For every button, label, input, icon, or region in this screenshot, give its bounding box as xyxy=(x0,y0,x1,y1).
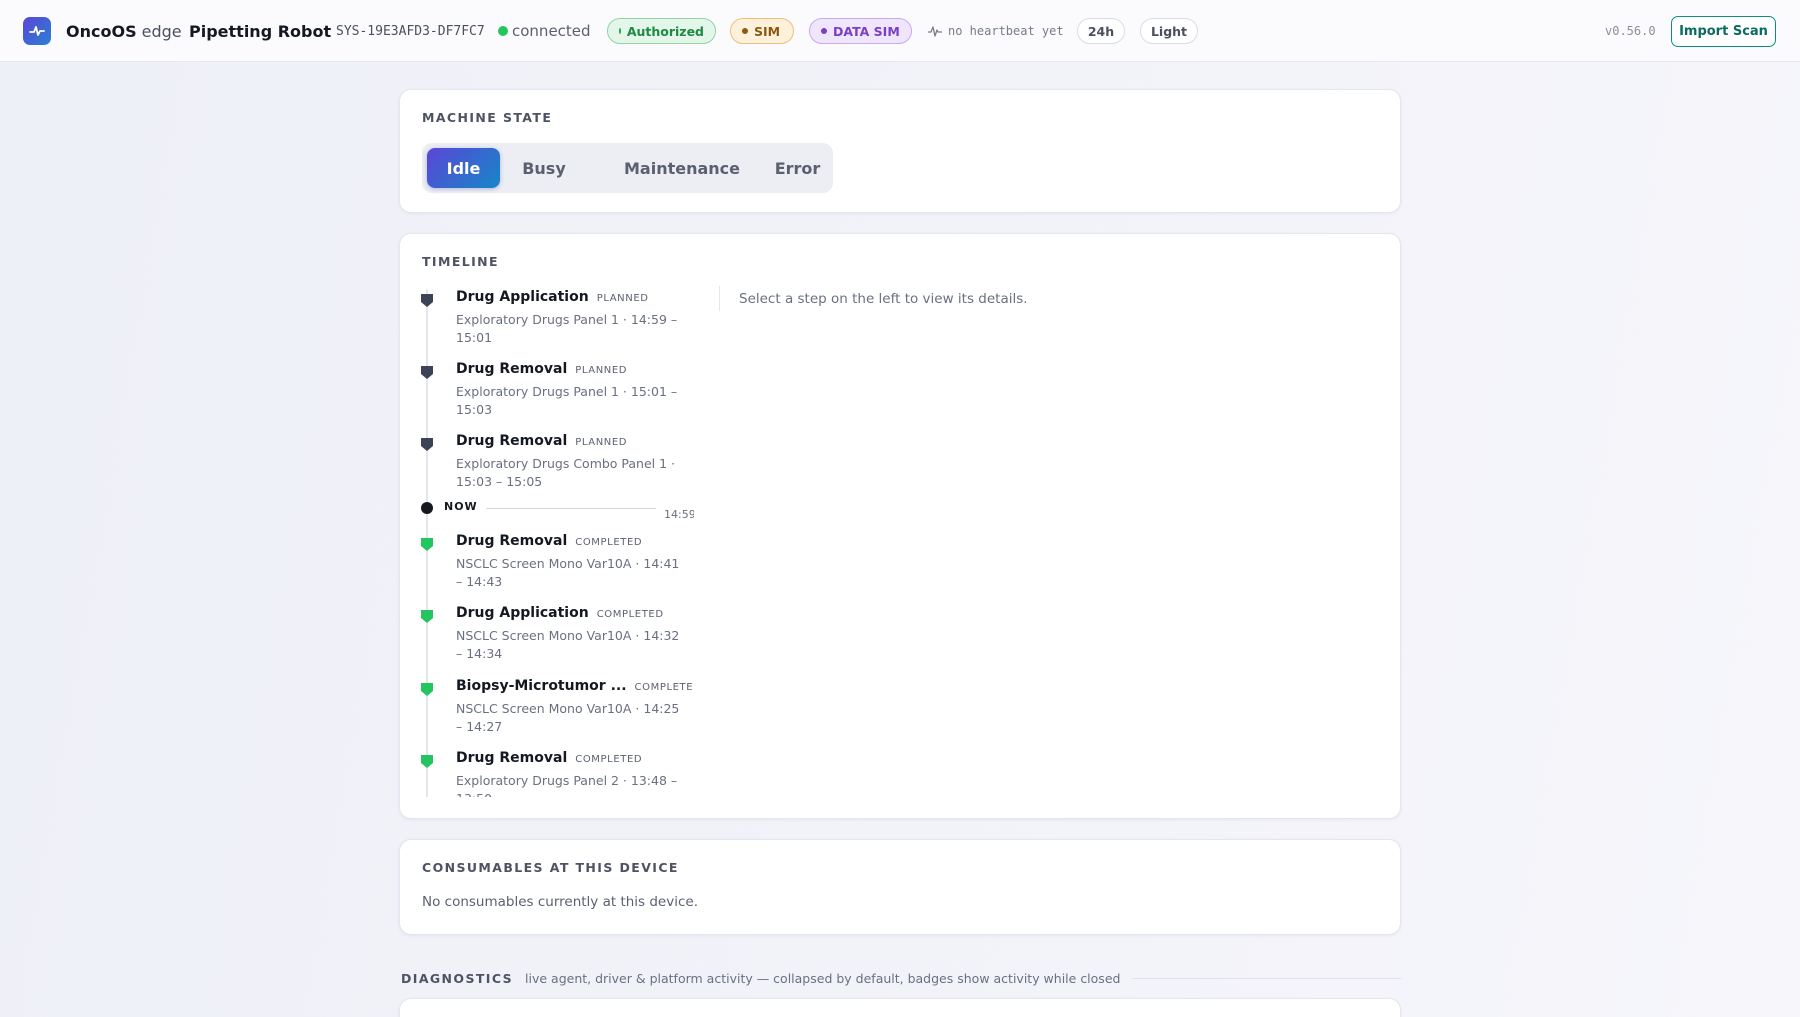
timeline-list[interactable]: Drug Application PLANNED Exploratory Drug… xyxy=(414,289,694,797)
consumables-title: CONSUMABLES AT THIS DEVICE xyxy=(422,860,679,875)
step-status: COMPLETED xyxy=(634,682,694,693)
flag-icon xyxy=(421,683,433,696)
pulse-icon xyxy=(29,26,45,36)
diagnostics-title: DIAGNOSTICS xyxy=(401,970,514,986)
step-detail: Exploratory Drugs Combo Panel 1 · 15:03 … xyxy=(456,456,676,489)
flag-icon xyxy=(421,438,433,451)
step-status: COMPLETED xyxy=(575,754,643,765)
now-dot-icon xyxy=(421,502,433,514)
timeline-divider xyxy=(719,286,720,311)
flag-icon xyxy=(421,755,433,768)
brand-name: OncoOS edge xyxy=(66,0,182,62)
system-id: SYS-19E3AFD3-DF7FC7 xyxy=(336,23,485,39)
device-title: Pipetting Robot xyxy=(189,21,332,41)
data-sim-badge: DATA SIM xyxy=(809,18,912,44)
step-detail-placeholder: Select a step on the left to view its de… xyxy=(739,291,1028,307)
state-idle-button[interactable]: Idle xyxy=(427,148,500,188)
step-detail: NSCLC Screen Mono Var10A · 14:41 – 14:43 xyxy=(456,556,680,589)
flag-icon xyxy=(421,294,433,307)
sim-label: SIM xyxy=(754,23,781,39)
step-title: Drug Application xyxy=(456,605,589,621)
app-version: v0.56.0 xyxy=(1605,24,1656,38)
heartbeat-label: no heartbeat yet xyxy=(948,24,1064,38)
consumables-empty-state: No consumables currently at this device. xyxy=(422,894,698,910)
oncoos-logo[interactable] xyxy=(23,17,51,45)
step-detail: NSCLC Screen Mono Var10A · 14:32 – 14:34 xyxy=(456,628,680,661)
now-divider xyxy=(486,508,656,509)
step-title: Drug Removal xyxy=(456,361,568,377)
step-status: COMPLETED xyxy=(575,537,643,548)
step-title: Drug Application xyxy=(456,289,589,305)
timeline-title: TIMELINE xyxy=(422,254,499,269)
state-busy-button[interactable]: Busy xyxy=(514,148,574,188)
badge-dot-icon xyxy=(742,28,748,34)
connection-label: connected xyxy=(512,22,591,40)
flag-icon xyxy=(421,538,433,551)
diagnostics-divider xyxy=(1132,977,1401,979)
authorized-label: Authorized xyxy=(626,23,704,39)
badge-dot-icon xyxy=(821,28,827,34)
import-scan-button[interactable]: Import Scan xyxy=(1671,16,1776,47)
now-label: NOW xyxy=(444,500,478,513)
step-title: Drug Removal xyxy=(456,750,568,766)
sim-badge: SIM xyxy=(730,18,794,44)
consumables-card: CONSUMABLES AT THIS DEVICE No consumable… xyxy=(399,839,1401,935)
step-status: PLANNED xyxy=(575,365,628,376)
step-detail: Exploratory Drugs Panel 1 · 14:59 – 15:0… xyxy=(456,312,678,345)
heartbeat-icon xyxy=(928,26,942,37)
step-title: Biopsy-Microtumor ... xyxy=(456,678,627,694)
time-range-button[interactable]: 24h xyxy=(1077,18,1125,44)
heartbeat-status: no heartbeat yet xyxy=(928,0,1064,62)
connection-status: connected xyxy=(498,0,591,62)
machine-state-title: MACHINE STATE xyxy=(422,110,553,125)
step-status: PLANNED xyxy=(575,437,628,448)
step-status: PLANNED xyxy=(596,293,649,304)
data-sim-label: DATA SIM xyxy=(833,23,900,39)
step-title: Drug Removal xyxy=(456,533,568,549)
state-maintenance-button[interactable]: Maintenance xyxy=(610,148,754,188)
now-marker: NOW 14:59 xyxy=(414,496,694,521)
status-dot-icon xyxy=(498,26,508,36)
authorized-badge: Authorized xyxy=(607,18,716,44)
step-detail: Exploratory Drugs Panel 2 · 13:48 – 13:5… xyxy=(456,773,678,797)
step-title: Drug Removal xyxy=(456,433,568,449)
brand-suffix: edge xyxy=(141,21,182,41)
diagnostics-description: live agent, driver & platform activity —… xyxy=(525,970,1121,986)
step-detail: NSCLC Screen Mono Var10A · 14:25 – 14:27 xyxy=(456,701,680,734)
flag-icon xyxy=(421,366,433,379)
step-status: COMPLETED xyxy=(596,609,664,620)
theme-toggle-button[interactable]: Light xyxy=(1140,18,1198,44)
now-time: 14:59 xyxy=(664,508,694,521)
diagnostics-card[interactable] xyxy=(399,998,1401,1017)
machine-state-selector: Idle Busy Maintenance Error xyxy=(422,143,833,193)
flag-icon xyxy=(421,610,433,623)
diagnostics-header[interactable]: DIAGNOSTICS live agent, driver & platfor… xyxy=(401,968,1401,988)
badge-dot-icon xyxy=(619,28,621,34)
timeline-card: TIMELINE Drug Application PLANNED Explora… xyxy=(399,233,1401,819)
step-detail: Exploratory Drugs Panel 1 · 15:01 – 15:0… xyxy=(456,384,678,417)
machine-state-card: MACHINE STATE Idle Busy Maintenance Erro… xyxy=(399,89,1401,213)
state-error-button[interactable]: Error xyxy=(769,148,826,188)
top-bar: OncoOS edge Pipetting Robot SYS-19E3AFD3-… xyxy=(0,0,1800,62)
brand-label: OncoOS xyxy=(66,21,137,41)
